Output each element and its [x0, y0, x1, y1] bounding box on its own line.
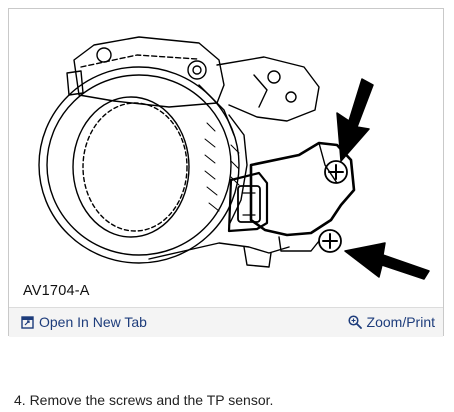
- instruction-step: 4. Remove the screws and the TP sensor.: [14, 392, 274, 408]
- open-in-new-tab-label: Open In New Tab: [39, 314, 147, 330]
- open-in-new-tab-link[interactable]: Open In New Tab: [21, 314, 147, 330]
- open-new-tab-icon: [21, 315, 34, 329]
- figure-container: AV1704-A Open In New Tab Zoom/Print: [8, 8, 444, 337]
- magnifier-icon: [347, 315, 362, 329]
- zoom-print-link[interactable]: Zoom/Print: [347, 314, 435, 330]
- zoom-print-label: Zoom/Print: [366, 314, 435, 330]
- figure-caption: AV1704-A: [23, 283, 90, 299]
- throttle-body-illustration: [38, 36, 430, 280]
- figure-toolbar: Open In New Tab Zoom/Print: [9, 307, 443, 337]
